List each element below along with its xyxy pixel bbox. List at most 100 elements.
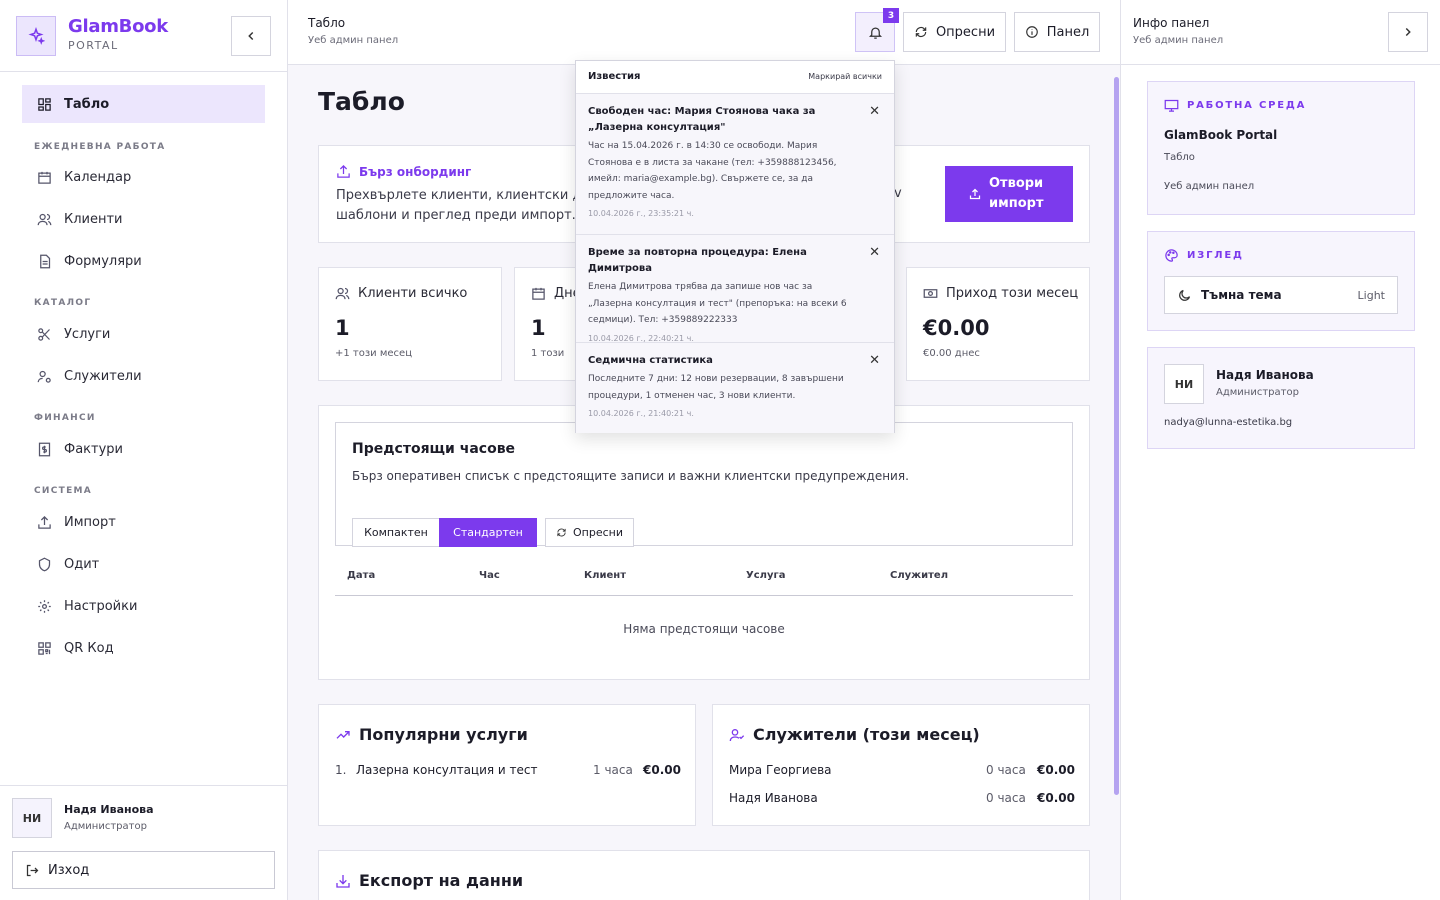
service-count: 1 часа	[593, 763, 633, 777]
sidebar-item-label: Табло	[64, 96, 110, 112]
notification-title: Време за повторна процедура: Елена Димит…	[588, 247, 807, 274]
user-cog-icon	[36, 368, 52, 384]
topbar-title: Табло	[308, 16, 346, 30]
sparkle-logo-icon	[16, 16, 56, 56]
sidebar-item-import[interactable]: Импорт	[22, 503, 265, 541]
sidebar-item-calendar[interactable]: Календар	[22, 158, 265, 196]
shield-icon	[36, 556, 52, 572]
avatar: НИ	[12, 798, 52, 838]
page-title: Табло	[318, 87, 405, 116]
onboarding-title: Бърз онбординг	[359, 164, 472, 179]
refresh-button[interactable]: Опресни	[903, 12, 1006, 52]
close-icon[interactable]: ✕	[869, 245, 880, 260]
workspace-label: РАБОТНА СРЕДА	[1187, 100, 1307, 111]
panel-button[interactable]: Панел	[1014, 12, 1100, 52]
onboarding-text-2: шаблони и преглед преди импорт.	[336, 208, 576, 223]
sidebar-item-qr[interactable]: QR Код	[22, 629, 265, 667]
workspace-app: GlamBook Portal	[1164, 128, 1278, 142]
empty-state: Няма предстоящи часове	[623, 622, 785, 636]
compact-toggle[interactable]: Компактен	[352, 518, 440, 547]
workspace-card: РАБОТНА СРЕДА GlamBook Portal Табло Уеб …	[1147, 81, 1415, 215]
calendar-icon	[36, 169, 52, 185]
notification-title: Свободен час: Мария Стоянова чака за „Ла…	[588, 106, 816, 133]
chevron-left-icon	[248, 31, 254, 41]
user-name: Надя Иванова	[1216, 368, 1314, 382]
avatar: НИ	[1164, 364, 1204, 404]
nav-section-system: СИСТЕМА	[34, 486, 93, 496]
theme-value: Light	[1357, 289, 1385, 302]
scrollbar-thumb[interactable]	[1114, 77, 1119, 795]
staff-amount: €0.00	[1037, 763, 1075, 777]
sidebar-item-settings[interactable]: Настройки	[22, 587, 265, 625]
staff-hours: 0 часа	[986, 791, 1026, 805]
notification-item[interactable]: Свободен час: Мария Стоянова чака за „Ла…	[576, 94, 894, 235]
moon-icon	[1179, 289, 1191, 301]
sidebar: GlamBook PORTAL Табло ЕЖЕДНЕВНА РАБОТА К…	[0, 0, 288, 900]
upload-icon	[337, 164, 350, 178]
notification-body: Елена Димитрова трябва да запише нов час…	[588, 282, 847, 325]
sidebar-item-invoices[interactable]: Фактури	[22, 430, 265, 468]
sidebar-item-services[interactable]: Услуги	[22, 315, 265, 353]
notification-time: 10.04.2026 г., 21:40:21 ч.	[588, 409, 694, 418]
close-panel-button[interactable]	[1388, 12, 1428, 52]
open-import-button[interactable]: Отвори импорт	[945, 166, 1073, 222]
close-icon[interactable]: ✕	[869, 353, 880, 368]
users-icon	[36, 211, 52, 227]
upcoming-header: Предстоящи часове Бърз оперативен списък…	[335, 422, 1073, 547]
dark-theme-toggle[interactable]: Тъмна тема Light	[1164, 276, 1398, 314]
sidebar-item-label: Клиенти	[64, 211, 123, 227]
notification-time: 10.04.2026 г., 22:40:21 ч.	[588, 333, 694, 343]
brand-name: GlamBook	[68, 16, 168, 37]
list-item: 1. Лазерна консултация и тест 1 часа €0.…	[335, 763, 681, 781]
bell-icon	[868, 27, 882, 39]
brand: GlamBook PORTAL	[0, 0, 287, 72]
popular-services-card: Популярни услуги 1. Лазерна консултация …	[318, 704, 696, 826]
download-icon	[336, 874, 350, 888]
notification-item[interactable]: Седмична статистика Последните 7 дни: 12…	[576, 343, 894, 433]
staff-card: Служители (този месец) Мира Георгиева 0 …	[712, 704, 1090, 826]
close-icon[interactable]: ✕	[869, 104, 880, 119]
export-card: Експорт на данни	[318, 850, 1090, 900]
notification-count-badge: 3	[883, 8, 899, 23]
user-check-icon	[729, 728, 745, 741]
collapse-sidebar-button[interactable]	[231, 16, 271, 56]
main-scrollbar[interactable]	[1113, 65, 1120, 900]
staff-name: Мира Георгиева	[729, 763, 832, 777]
stat-value: 1	[335, 316, 350, 340]
nav-section-daily: ЕЖЕДНЕВНА РАБОТА	[34, 142, 166, 152]
export-title: Експорт на данни	[359, 871, 524, 890]
column-header-service: Услуга	[746, 570, 786, 581]
nav-section-catalog: КАТАЛОГ	[34, 298, 92, 308]
sidebar-item-forms[interactable]: Формуляри	[22, 242, 265, 280]
logout-button[interactable]: Изход	[12, 851, 275, 889]
topbar-subtitle: Уеб админ панел	[308, 35, 399, 46]
notification-item[interactable]: Време за повторна процедура: Елена Димит…	[576, 235, 894, 343]
sidebar-item-staff[interactable]: Служители	[22, 357, 265, 395]
upcoming-refresh-button[interactable]: Опресни	[545, 518, 634, 547]
standard-toggle[interactable]: Стандартен	[439, 518, 537, 547]
sidebar-item-audit[interactable]: Одит	[22, 545, 265, 583]
scissors-icon	[36, 326, 52, 342]
gear-icon	[36, 598, 52, 614]
stat-label: Приход този месец	[946, 286, 1079, 301]
refresh-icon	[915, 26, 927, 38]
onboarding-text-tail: v	[894, 186, 902, 201]
column-header-staff: Служител	[890, 570, 949, 581]
mark-all-read-button[interactable]: Маркирай всички	[808, 72, 882, 81]
calendar-icon	[532, 287, 545, 300]
user-name: Надя Иванова	[64, 803, 154, 816]
staff-amount: €0.00	[1037, 791, 1075, 805]
sidebar-item-clients[interactable]: Клиенти	[22, 200, 265, 238]
upcoming-description: Бърз оперативен списък с предстоящите за…	[352, 469, 909, 483]
rank: 1.	[335, 763, 347, 777]
nav-section-finance: ФИНАНСИ	[34, 413, 96, 423]
sidebar-item-label: Фактури	[64, 441, 123, 457]
panel-label: Панел	[1046, 24, 1090, 40]
refresh-icon	[557, 528, 566, 537]
sidebar-item-dashboard[interactable]: Табло	[22, 85, 265, 123]
sidebar-item-label: QR Код	[64, 640, 114, 656]
theme-label: Тъмна тема	[1201, 288, 1282, 302]
logout-icon	[26, 864, 39, 876]
logout-label: Изход	[48, 862, 90, 878]
notifications-title: Известия	[588, 71, 641, 82]
